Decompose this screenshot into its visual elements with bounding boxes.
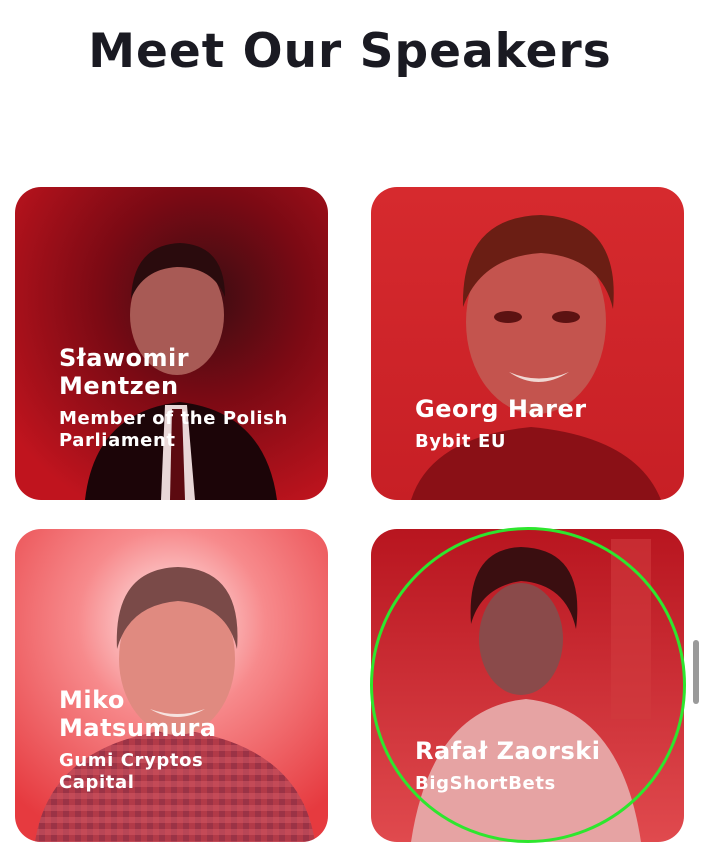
speaker-photo <box>371 529 684 842</box>
speaker-name: Miko Matsumura <box>59 686 217 742</box>
speaker-card-zaorski[interactable]: Rafał Zaorski BigShortBets <box>371 529 684 842</box>
speaker-card-harer[interactable]: Georg Harer Bybit EU <box>371 187 684 500</box>
scrollbar-thumb[interactable] <box>693 640 699 704</box>
speaker-name: Sławomir Mentzen <box>59 344 190 400</box>
speaker-info: Rafał Zaorski BigShortBets <box>415 737 600 795</box>
speaker-role: Bybit EU <box>415 431 507 452</box>
section-title: Meet Our Speakers <box>88 24 612 79</box>
speaker-info: Sławomir Mentzen Member of the Polish Pa… <box>59 344 289 452</box>
speaker-name: Rafał Zaorski <box>415 737 601 765</box>
speaker-card-matsumura[interactable]: Miko Matsumura Gumi Cryptos Capital <box>15 529 328 842</box>
speaker-role: BigShortBets <box>415 773 556 794</box>
speaker-info: Georg Harer Bybit EU <box>415 395 587 453</box>
speaker-name: Georg Harer <box>415 395 587 423</box>
speaker-role: Member of the Polish Parliament <box>59 408 288 451</box>
speaker-role: Gumi Cryptos Capital <box>59 750 204 793</box>
speaker-info: Miko Matsumura Gumi Cryptos Capital <box>59 686 259 794</box>
speaker-card-mentzen[interactable]: Sławomir Mentzen Member of the Polish Pa… <box>15 187 328 500</box>
speaker-photo <box>371 187 684 500</box>
